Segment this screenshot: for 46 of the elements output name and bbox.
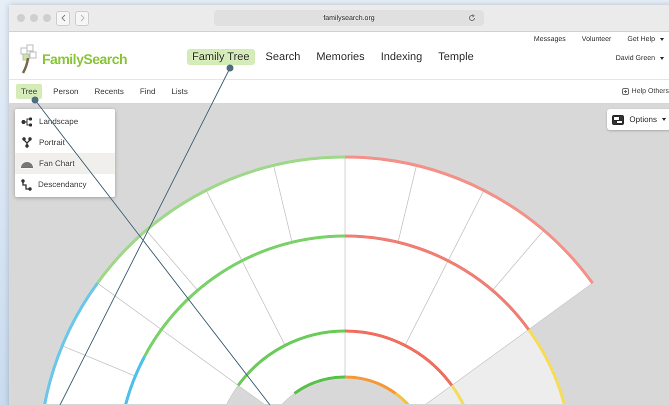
menu-item[interactable]: Fan Chart [15, 153, 115, 174]
nav-tab[interactable]: Search [260, 49, 306, 65]
sub-tab[interactable]: Find [134, 84, 160, 99]
menu-item[interactable]: Descendancy [15, 174, 115, 195]
options-button[interactable]: Options [607, 109, 669, 130]
sub-tab[interactable]: Lists [166, 84, 193, 99]
fan-chart-cell[interactable] [398, 165, 484, 262]
fan-chart-cell[interactable] [344, 330, 452, 404]
plus-icon [622, 88, 629, 95]
fan-chart-cell[interactable] [492, 230, 593, 330]
sub-tab[interactable]: Person [48, 84, 84, 99]
reload-icon[interactable] [468, 14, 476, 22]
fan-chart-cell[interactable] [97, 230, 198, 330]
chevron-right-icon [80, 14, 84, 22]
back-button[interactable] [56, 10, 70, 26]
sub-tab[interactable]: Tree [16, 84, 42, 99]
nav-tab[interactable]: Indexing [376, 49, 428, 65]
chart-settings-icon [612, 114, 624, 124]
fan-chart-cell[interactable] [242, 236, 346, 346]
window-zoom-button[interactable] [43, 14, 51, 22]
caret-icon [660, 57, 664, 60]
fan-chart-cell[interactable] [273, 156, 346, 243]
fork-icon [21, 137, 33, 148]
fan-chart-cell[interactable] [160, 260, 286, 386]
window-minimize-button[interactable] [30, 14, 38, 22]
fan-chart-cell[interactable] [238, 330, 346, 404]
nav-tab[interactable]: Family Tree [187, 49, 255, 65]
fan-chart-cell[interactable] [344, 236, 448, 346]
fan-chart-cell[interactable] [404, 260, 530, 386]
fan-icon [21, 160, 33, 168]
branch-icon [21, 178, 32, 190]
fan-chart-cell[interactable] [344, 156, 417, 243]
caret-icon [662, 118, 666, 121]
hierarchy-icon [21, 116, 33, 126]
forward-button[interactable] [75, 10, 89, 26]
fan-chart-cell[interactable] [448, 190, 544, 291]
sub-tab[interactable]: Recents [90, 84, 129, 99]
nav-tab[interactable]: Temple [433, 49, 479, 65]
menu-item[interactable]: Portrait [15, 132, 115, 153]
nav-tab[interactable]: Memories [311, 49, 370, 65]
chevron-left-icon [60, 14, 66, 22]
fan-chart-cell[interactable] [62, 282, 162, 377]
fan-chart-cell[interactable] [146, 190, 242, 291]
window-close-button[interactable] [17, 14, 25, 22]
fan-chart-cell[interactable] [206, 165, 292, 262]
caret-icon [660, 38, 664, 41]
